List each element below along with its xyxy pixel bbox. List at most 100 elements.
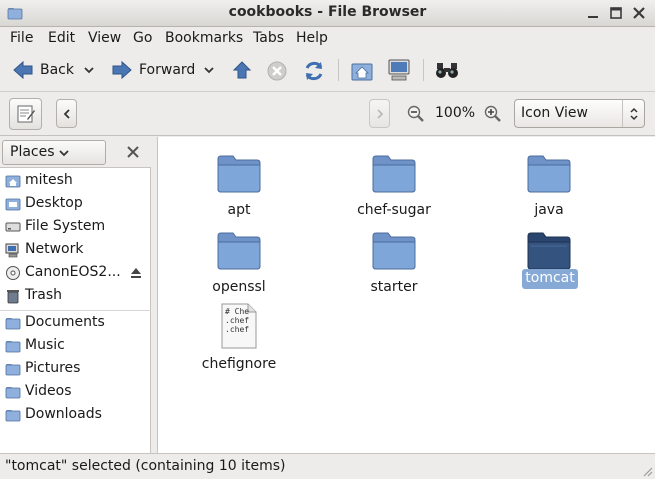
file-preview-line: .chef (225, 325, 249, 334)
file-name: chefignore (201, 356, 277, 372)
sidebar-type-select[interactable]: Places (2, 140, 106, 165)
eject-icon[interactable] (129, 266, 143, 280)
arrow-right-icon (112, 60, 132, 80)
back-button[interactable]: Back (12, 57, 74, 83)
file-name: java (534, 202, 564, 218)
file-item-starter[interactable]: starter (329, 222, 459, 295)
close-sidebar-icon[interactable] (126, 145, 140, 159)
text-file-icon: # Che .chef .chef (221, 303, 257, 349)
sidebar-item-label: Videos (25, 383, 72, 399)
search-binoculars-icon[interactable] (434, 60, 460, 80)
updown-chevron-icon (630, 107, 638, 121)
menu-edit[interactable]: Edit (48, 30, 75, 46)
sidebar-splitter[interactable] (151, 137, 158, 453)
sidebar-item-label: Documents (25, 314, 105, 330)
sidebar-divider (0, 310, 151, 311)
sidebar-item-documents[interactable]: Documents (0, 312, 151, 334)
zoom-out-icon[interactable] (407, 105, 425, 123)
resize-grip-icon[interactable] (641, 465, 653, 477)
folder-icon (5, 410, 21, 422)
forward-history-chevron-icon[interactable] (203, 65, 215, 75)
close-icon[interactable] (630, 4, 648, 22)
title-bar[interactable]: cookbooks - File Browser (0, 0, 655, 27)
sidebar-item-network[interactable]: Network (0, 239, 151, 261)
filesystem-icon (5, 222, 21, 232)
reload-icon[interactable] (302, 59, 326, 83)
file-item-chef-sugar[interactable]: chef-sugar (329, 145, 459, 218)
sidebar-item-music[interactable]: Music (0, 335, 151, 357)
zoom-in-icon[interactable] (484, 105, 502, 123)
file-preview-line: # Che (225, 307, 249, 316)
back-history-chevron-icon[interactable] (83, 65, 95, 75)
forward-button[interactable]: Forward (111, 57, 195, 83)
sidebar-item-trash[interactable]: Trash (0, 285, 151, 307)
sidebar-item-label: Music (25, 337, 65, 353)
folder-icon (5, 387, 21, 399)
toolbar: Back Forward (0, 49, 655, 92)
sidebar-item-canon-eos[interactable]: CanonEOS2... (0, 262, 151, 284)
edit-document-icon (17, 105, 35, 123)
sidebar-item-label: mitesh (25, 172, 73, 188)
folder-icon (5, 364, 21, 376)
camera-disc-icon (6, 266, 20, 280)
menu-bookmarks[interactable]: Bookmarks (165, 30, 243, 46)
sidebar-item-mitesh[interactable]: mitesh (0, 170, 151, 192)
network-icon (5, 243, 19, 258)
chevron-right-icon (377, 109, 384, 119)
sidebar-item-desktop[interactable]: Desktop (0, 193, 151, 215)
stop-icon[interactable] (266, 60, 288, 82)
menu-help[interactable]: Help (296, 30, 328, 46)
sidebar-item-pictures[interactable]: Pictures (0, 358, 151, 380)
sidebar-item-downloads[interactable]: Downloads (0, 404, 151, 426)
toolbar-separator (423, 59, 424, 81)
file-item-apt[interactable]: apt (174, 145, 304, 218)
status-text: "tomcat" selected (containing 10 items) (5, 458, 286, 474)
file-icon-view[interactable]: apt chef-sugar java openssl starter tomc… (158, 137, 655, 453)
path-scroll-right-button[interactable] (369, 99, 390, 128)
arrow-left-icon (13, 60, 33, 80)
file-name: starter (370, 279, 418, 295)
forward-label: Forward (139, 62, 196, 78)
menu-bar: File Edit View Go Bookmarks Tabs Help (0, 27, 655, 49)
folder-icon (217, 155, 261, 193)
status-bar: "tomcat" selected (containing 10 items) (0, 453, 655, 479)
computer-icon[interactable] (386, 58, 412, 82)
folder-icon (5, 318, 21, 330)
chevron-down-icon (59, 150, 69, 157)
folder-icon (217, 232, 261, 270)
sidebar-item-label: CanonEOS2... (25, 264, 121, 280)
menu-go[interactable]: Go (133, 30, 152, 46)
menu-tabs[interactable]: Tabs (253, 30, 284, 46)
back-label: Back (40, 62, 74, 78)
file-item-chefignore[interactable]: # Che .chef .chef chefignore (174, 299, 304, 372)
sidebar-item-label: Trash (25, 287, 62, 303)
window-title: cookbooks - File Browser (228, 4, 427, 20)
places-sidebar: Places mitesh Desktop File System Networ… (0, 137, 151, 453)
zoom-level[interactable]: 100% (435, 105, 475, 121)
arrow-up-icon[interactable] (232, 60, 252, 80)
folder-icon (527, 232, 571, 270)
minimize-icon[interactable] (584, 4, 602, 22)
desktop-folder-icon (5, 198, 21, 211)
toggle-location-button[interactable] (9, 98, 42, 130)
sidebar-item-label: Pictures (25, 360, 81, 376)
sidebar-item-label: Network (25, 241, 84, 257)
toolbar-separator (338, 59, 339, 81)
file-name-selected: tomcat (525, 270, 575, 286)
file-preview-line: .chef (225, 316, 249, 325)
file-name: apt (227, 202, 251, 218)
home-icon[interactable] (350, 60, 374, 82)
file-item-java[interactable]: java (484, 145, 614, 218)
menu-view[interactable]: View (88, 30, 121, 46)
sidebar-item-label: File System (25, 218, 106, 234)
file-item-openssl[interactable]: openssl (174, 222, 304, 295)
view-mode-select[interactable]: Icon View (514, 99, 645, 128)
sidebar-item-label: Downloads (25, 406, 102, 422)
menu-file[interactable]: File (10, 30, 33, 46)
maximize-icon[interactable] (607, 4, 625, 22)
view-mode-dropdown[interactable] (622, 100, 644, 127)
sidebar-item-file-system[interactable]: File System (0, 216, 151, 238)
folder-icon (527, 155, 571, 193)
path-scroll-left-button[interactable] (56, 99, 77, 128)
sidebar-item-videos[interactable]: Videos (0, 381, 151, 403)
